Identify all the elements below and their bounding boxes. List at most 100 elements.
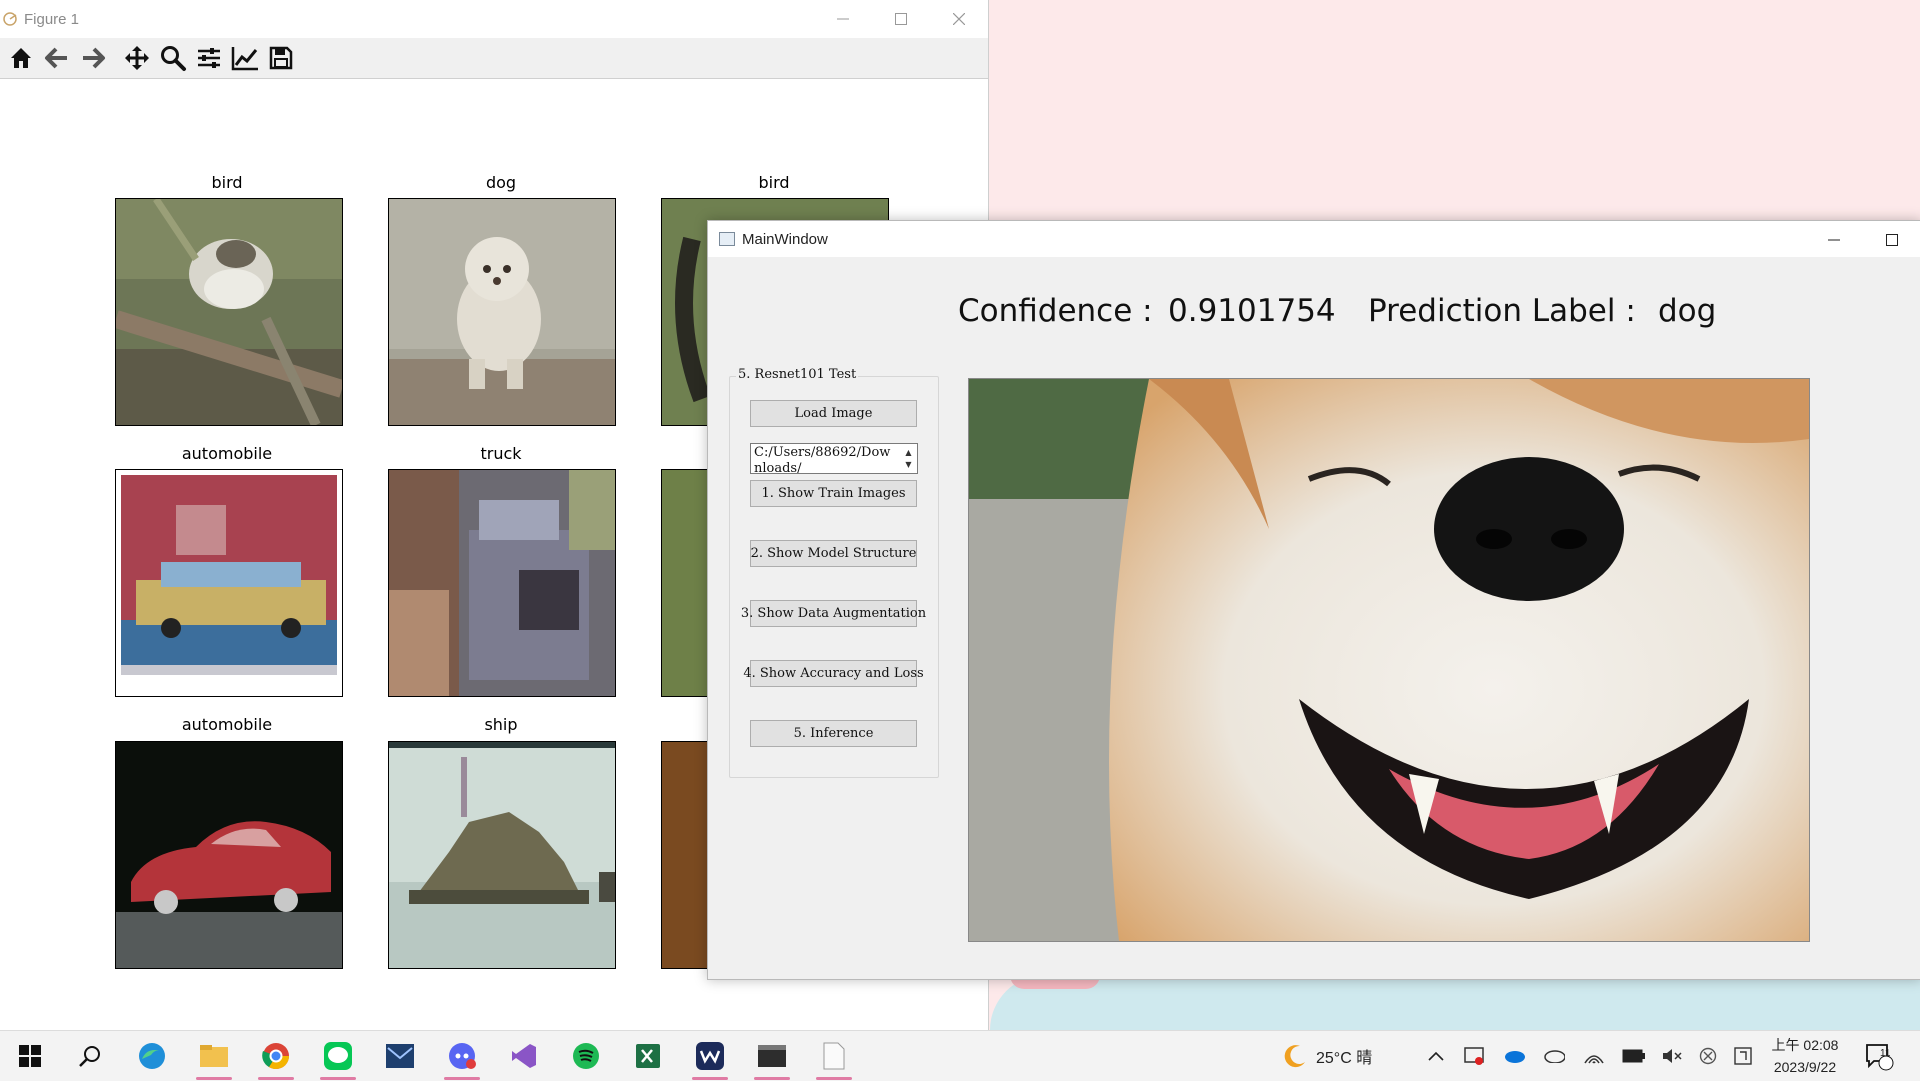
taskbar-spotify[interactable] [560, 1031, 612, 1081]
save-button[interactable] [264, 41, 298, 75]
figure-window-title: Figure 1 [24, 10, 80, 28]
edge-browser-icon [139, 1043, 165, 1069]
prediction-image [968, 378, 1810, 942]
path-scroll[interactable]: ▲ ▼ [900, 444, 917, 473]
taskbar: 25°C 晴 上午 02:08 2023/9/22 11 [0, 1030, 1920, 1081]
weather-widget[interactable]: 25°C 晴 [1282, 1031, 1372, 1081]
clock-date: 2023/9/22 [1773, 1059, 1837, 1075]
mail-icon [386, 1044, 414, 1068]
start-button[interactable] [4, 1031, 56, 1081]
moon-icon [1284, 1045, 1305, 1068]
taskbar-excel[interactable] [622, 1031, 674, 1081]
taskbar-line[interactable] [312, 1031, 364, 1081]
input-method-icon[interactable] [1726, 1047, 1760, 1065]
prediction-label: Prediction Label : [1368, 293, 1636, 329]
chevron-up-icon[interactable] [1418, 1051, 1454, 1061]
show-accuracy-loss-button[interactable]: 4. Show Accuracy and Loss [743, 660, 924, 687]
system-tray [1418, 1031, 1760, 1081]
image-title-4: automobile [181, 444, 273, 463]
confidence-value: 0.9101754 [1168, 293, 1336, 329]
image-title-2: dog [485, 173, 517, 192]
back-arrow-icon [45, 47, 67, 69]
scroll-down-icon[interactable]: ▼ [905, 459, 911, 471]
home-icon [11, 48, 31, 68]
taskbar-file-explorer[interactable] [188, 1031, 240, 1081]
train-image-dog [388, 198, 616, 426]
train-image-automobile-2 [115, 741, 343, 969]
image-path-field[interactable]: C:/Users/88692/Downloads/ ▲ ▼ [750, 443, 918, 474]
main-window-title: MainWindow [742, 230, 828, 248]
taskbar-mail[interactable] [374, 1031, 426, 1081]
train-image-ship [388, 741, 616, 969]
minimize-button[interactable] [814, 0, 872, 38]
matplotlib-app-icon [3, 12, 17, 26]
clock-time: 上午 02:08 [1771, 1037, 1839, 1053]
maximize-button[interactable] [872, 0, 930, 38]
folder-icon [200, 1045, 228, 1067]
edit-axis-icon [231, 47, 258, 71]
back-button[interactable] [40, 41, 74, 75]
taskbar-chrome[interactable] [250, 1031, 302, 1081]
resnet-test-groupbox: 5. Resnet101 Test Load Image C:/Users/88… [729, 367, 939, 778]
volume-muted-icon[interactable] [1654, 1048, 1690, 1064]
configure-subplots-icon [198, 48, 220, 68]
close-icon [953, 13, 965, 25]
notification-count: 11 [1880, 1048, 1891, 1059]
confidence-label: Confidence : [958, 293, 1153, 329]
image-title-7: automobile [181, 715, 273, 734]
spotify-icon [573, 1043, 599, 1069]
battery-icon[interactable] [1614, 1049, 1654, 1063]
main-window: MainWindow Confidence : 0.9101754 Predic… [707, 220, 1920, 980]
document-icon [823, 1042, 845, 1070]
weather-text: 25°C 晴 [1316, 1050, 1373, 1067]
train-image-automobile-1 [115, 469, 343, 697]
terminal-icon [758, 1045, 786, 1067]
groupbox-title: 5. Resnet101 Test [736, 367, 859, 382]
minimize-button[interactable] [1805, 221, 1863, 259]
save-icon [269, 46, 293, 70]
zoom-button[interactable] [156, 41, 190, 75]
taskbar-terminal[interactable] [746, 1031, 798, 1081]
pan-button[interactable] [120, 41, 154, 75]
onedrive-icon[interactable] [1494, 1049, 1534, 1063]
image-title-1: bird [211, 173, 243, 192]
visual-studio-icon [512, 1044, 536, 1068]
configure-subplots-button[interactable] [192, 41, 226, 75]
scroll-up-icon[interactable]: ▲ [905, 447, 911, 459]
taskbar-visual-studio[interactable] [498, 1031, 550, 1081]
figure-toolbar [0, 38, 988, 79]
close-button[interactable] [930, 0, 988, 38]
home-button[interactable] [4, 41, 38, 75]
forward-button[interactable] [76, 41, 110, 75]
windows-start-icon [19, 1045, 41, 1067]
taskbar-document[interactable] [808, 1031, 860, 1081]
taskbar-discord[interactable] [436, 1031, 488, 1081]
taskbar-webtoon[interactable] [684, 1031, 736, 1081]
maximize-button[interactable] [1863, 221, 1920, 259]
edit-axis-button[interactable] [228, 41, 262, 75]
taskbar-edge[interactable] [126, 1031, 178, 1081]
inference-button[interactable]: 5. Inference [750, 720, 917, 747]
wifi-icon[interactable] [1574, 1047, 1614, 1065]
security-tray-icon[interactable] [1454, 1047, 1494, 1065]
prediction-value: dog [1658, 293, 1717, 329]
train-image-truck [388, 469, 616, 697]
webtoon-icon [696, 1042, 724, 1070]
minimize-icon [1828, 239, 1840, 241]
main-titlebar[interactable]: MainWindow [708, 221, 1920, 257]
blocked-icon[interactable] [1690, 1047, 1726, 1065]
figure-titlebar[interactable]: Figure 1 [0, 0, 988, 38]
notification-center-button[interactable]: 11 [1864, 1031, 1894, 1081]
cloud-icon[interactable] [1534, 1049, 1574, 1063]
window-app-icon [719, 232, 735, 246]
show-data-augmentation-button[interactable]: 3. Show Data Augmentation [741, 600, 926, 627]
load-image-button[interactable]: Load Image [750, 400, 917, 427]
system-clock[interactable]: 上午 02:08 2023/9/22 [1760, 1034, 1850, 1078]
show-model-structure-button[interactable]: 2. Show Model Structure [750, 540, 917, 567]
line-app-icon [324, 1042, 352, 1070]
image-path-text: C:/Users/88692/Downloads/ [754, 445, 891, 474]
discord-icon [449, 1043, 476, 1069]
search-button[interactable] [64, 1031, 116, 1081]
show-train-images-button[interactable]: 1. Show Train Images [750, 480, 917, 507]
forward-arrow-icon [83, 47, 105, 69]
